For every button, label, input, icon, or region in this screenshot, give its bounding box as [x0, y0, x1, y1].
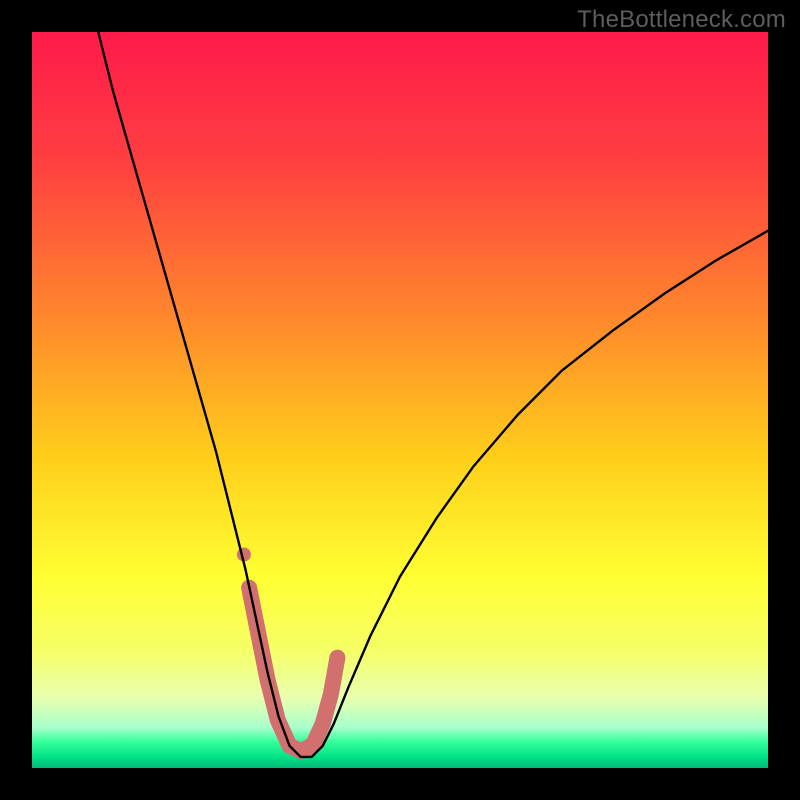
bottom-u-highlight [249, 588, 337, 751]
chart-svg [32, 32, 768, 768]
watermark-text: TheBottleneck.com [577, 6, 786, 34]
bottleneck-curve [98, 32, 768, 757]
chart-frame: TheBottleneck.com [0, 0, 800, 800]
plot-area [32, 32, 768, 768]
